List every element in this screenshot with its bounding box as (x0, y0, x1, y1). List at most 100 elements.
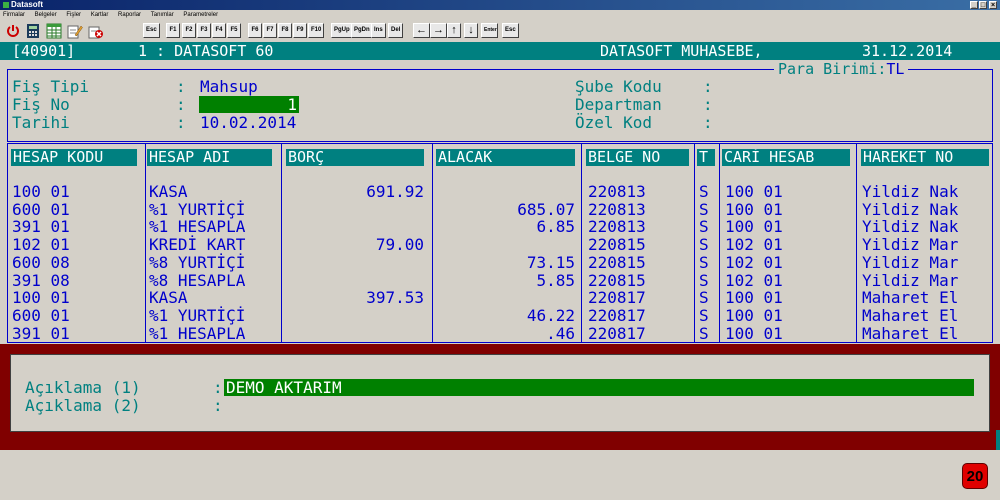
cell-cari-hesab: 100 01 (725, 305, 783, 325)
column-divider (281, 144, 282, 342)
enter-button[interactable]: Enter (481, 23, 498, 38)
menu-belgeler[interactable]: Belgeler (35, 12, 57, 18)
key-f5[interactable]: F5 (227, 23, 241, 38)
key-f8[interactable]: F8 (278, 23, 292, 38)
column-divider (581, 144, 582, 342)
col-header-hesap-kodu[interactable]: HESAP KODU (11, 149, 137, 166)
col-header-t[interactable]: T (697, 149, 715, 166)
toolbar: Esc F1 F2 F3 F4 F5 F6 F7 F8 F9 F10 PgUp … (0, 20, 1000, 43)
key-pgup[interactable]: PgUp (331, 23, 353, 38)
key-f7[interactable]: F7 (263, 23, 277, 38)
departman-label: Departman (575, 95, 662, 114)
col-header-cari-hesab[interactable]: CARİ HESAB (722, 149, 850, 166)
col-header-hareket-no[interactable]: HAREKET NO (861, 149, 989, 166)
close-button[interactable]: × (989, 1, 997, 9)
cell-belge-no: 220813 (588, 217, 646, 237)
cell-borc: 397.53 (366, 288, 424, 308)
cell-alacak: 685.07 (517, 199, 575, 219)
cell-hareket-no: Yildiz Mar (862, 270, 959, 290)
key-f3[interactable]: F3 (197, 23, 211, 38)
cell-hareket-no: Maharet El (862, 288, 959, 308)
system-date: 31.12.2014 (862, 42, 953, 60)
arrow-up-button[interactable]: ↑ (447, 23, 461, 38)
col-header-borc[interactable]: BORÇ (286, 149, 424, 166)
cell-hesap-adi: %1 YURTİÇİ (149, 305, 246, 325)
cell-t: S (699, 323, 709, 343)
edit-note-icon[interactable] (67, 23, 83, 39)
maximize-button[interactable]: □ (979, 1, 987, 9)
app-icon (3, 2, 9, 8)
aciklama-1-colon: : (213, 378, 223, 397)
cell-t: S (699, 288, 709, 308)
cell-belge-no: 220817 (588, 323, 646, 343)
key-f2[interactable]: F2 (182, 23, 196, 38)
aciklama-2-input[interactable] (224, 397, 974, 414)
cell-hesap-kodu: 391 01 (12, 323, 70, 343)
form-frame (7, 69, 993, 142)
para-birimi: Para Birimi:TL (774, 60, 909, 78)
key-ins[interactable]: Ins (371, 23, 386, 38)
cell-hareket-no: Yildiz Nak (862, 199, 959, 219)
menu-fisler[interactable]: Fişler (66, 12, 81, 18)
cell-hesap-kodu: 100 01 (12, 288, 70, 308)
cell-hesap-adi: %1 YURTİÇİ (149, 199, 246, 219)
notification-badge[interactable]: 20 (962, 463, 988, 489)
spreadsheet-icon[interactable] (46, 23, 62, 39)
aciklama-2-label: Açıklama (2) (25, 396, 141, 415)
cell-t: S (699, 270, 709, 290)
col-header-alacak[interactable]: ALACAK (436, 149, 575, 166)
cell-alacak: 5.85 (536, 270, 575, 290)
cell-t: S (699, 199, 709, 219)
fis-tipi-value[interactable]: Mahsup (200, 78, 258, 96)
cell-belge-no: 220815 (588, 252, 646, 272)
cell-hareket-no: Yildiz Nak (862, 217, 959, 237)
key-f6[interactable]: F6 (248, 23, 262, 38)
cell-borc: 79.00 (375, 235, 424, 255)
column-divider (432, 144, 433, 342)
tarih-value[interactable]: 10.02.2014 (200, 114, 296, 132)
cell-hesap-kodu: 600 08 (12, 252, 70, 272)
window-title: Datasoft (11, 0, 44, 9)
menu-firmalar[interactable]: Firmalar (3, 12, 25, 18)
cell-borc: 691.92 (366, 182, 424, 201)
esc-button[interactable]: Esc (502, 23, 519, 38)
cell-belge-no: 220815 (588, 235, 646, 255)
departman-colon: : (703, 95, 713, 114)
key-pgdn[interactable]: PgDn (351, 23, 373, 38)
cell-belge-no: 220817 (588, 288, 646, 308)
key-f1[interactable]: F1 (166, 23, 180, 38)
header-bar: [40901] 1 : DATASOFT 60 DATASOFT MUHASEB… (0, 42, 1000, 60)
cell-hesap-adi: KREDİ KART (149, 235, 246, 255)
fis-tipi-label: Fiş Tipi (12, 77, 90, 96)
ozel-kod-label: Özel Kod (575, 113, 653, 132)
sube-kodu-colon: : (703, 77, 713, 96)
menu-raporlar[interactable]: Raporlar (118, 12, 141, 18)
power-icon[interactable] (5, 23, 21, 39)
menu-tanimlar[interactable]: Tanımlar (151, 12, 174, 18)
fis-no-input[interactable]: 1 (199, 96, 299, 113)
para-birimi-value[interactable]: TL (886, 60, 904, 78)
key-f10[interactable]: F10 (308, 23, 325, 38)
key-f4[interactable]: F4 (212, 23, 226, 38)
col-header-hesap-adi[interactable]: HESAP ADI (147, 149, 272, 166)
arrow-left-button[interactable]: ← (413, 23, 430, 38)
cell-hesap-kodu: 600 01 (12, 305, 70, 325)
minimize-button[interactable]: _ (970, 1, 978, 9)
key-del[interactable]: Del (388, 23, 404, 38)
cell-hesap-kodu: 600 01 (12, 199, 70, 219)
delete-record-icon[interactable] (88, 23, 104, 39)
menu-kartlar[interactable]: Kartlar (91, 12, 109, 18)
column-divider (694, 144, 695, 342)
fis-no-label: Fiş No (12, 95, 70, 114)
key-esc[interactable]: Esc (143, 23, 160, 38)
key-f9[interactable]: F9 (293, 23, 307, 38)
arrow-right-button[interactable]: → (430, 23, 447, 38)
cell-cari-hesab: 100 01 (725, 182, 783, 201)
cell-alacak: .46 (546, 323, 575, 343)
aciklama-1-input[interactable]: DEMO AKTARIM (224, 379, 974, 396)
col-header-belge-no[interactable]: BELGE NO (586, 149, 689, 166)
arrow-down-button[interactable]: ↓ (464, 23, 478, 38)
menu-parametreler[interactable]: Parametreler (183, 12, 218, 18)
ozel-kod-colon: : (703, 113, 713, 132)
calculator-icon[interactable] (25, 23, 41, 39)
